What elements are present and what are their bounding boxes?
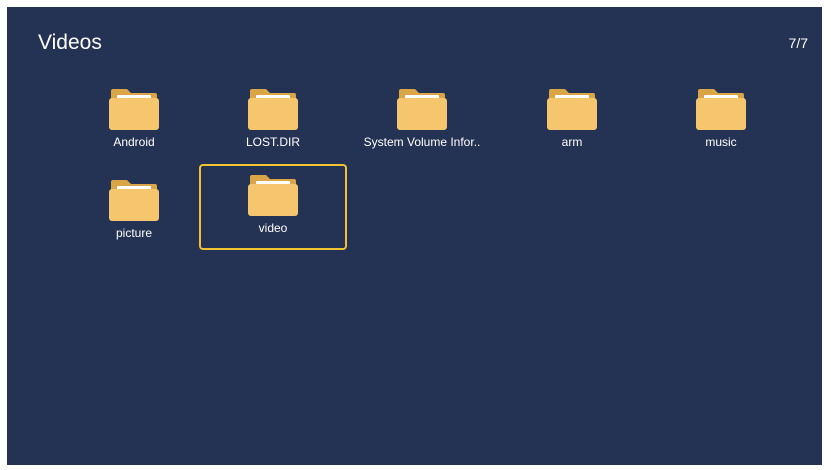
folder-item-arm[interactable]: arm xyxy=(498,78,646,164)
folder-item-android[interactable]: Android xyxy=(60,78,208,164)
folder-label: arm xyxy=(561,135,583,149)
folder-label: music xyxy=(705,135,737,149)
folder-label: picture xyxy=(115,226,153,240)
folder-label: video xyxy=(258,221,288,235)
folder-icon xyxy=(247,87,299,131)
folder-icon xyxy=(695,87,747,131)
folder-item-picture[interactable]: picture xyxy=(60,169,208,255)
folder-item-lost-dir[interactable]: LOST.DIR xyxy=(199,78,347,164)
folder-icon xyxy=(546,87,598,131)
folder-item-system-volume-information[interactable]: System Volume Infor.. xyxy=(348,78,496,164)
folder-label: LOST.DIR xyxy=(245,135,300,149)
folder-icon xyxy=(396,87,448,131)
folder-icon xyxy=(108,87,160,131)
folder-label: Android xyxy=(113,135,155,149)
folder-item-music[interactable]: music xyxy=(647,78,795,164)
folder-icon xyxy=(108,178,160,222)
file-browser-screen: Videos 7/7 Android LOST.DIR System Volum… xyxy=(7,7,822,465)
folder-grid: Android LOST.DIR System Volume Infor.. a… xyxy=(7,7,822,465)
folder-label: System Volume Infor.. xyxy=(363,135,481,149)
folder-icon xyxy=(247,173,299,217)
folder-item-video[interactable]: video xyxy=(199,164,347,250)
